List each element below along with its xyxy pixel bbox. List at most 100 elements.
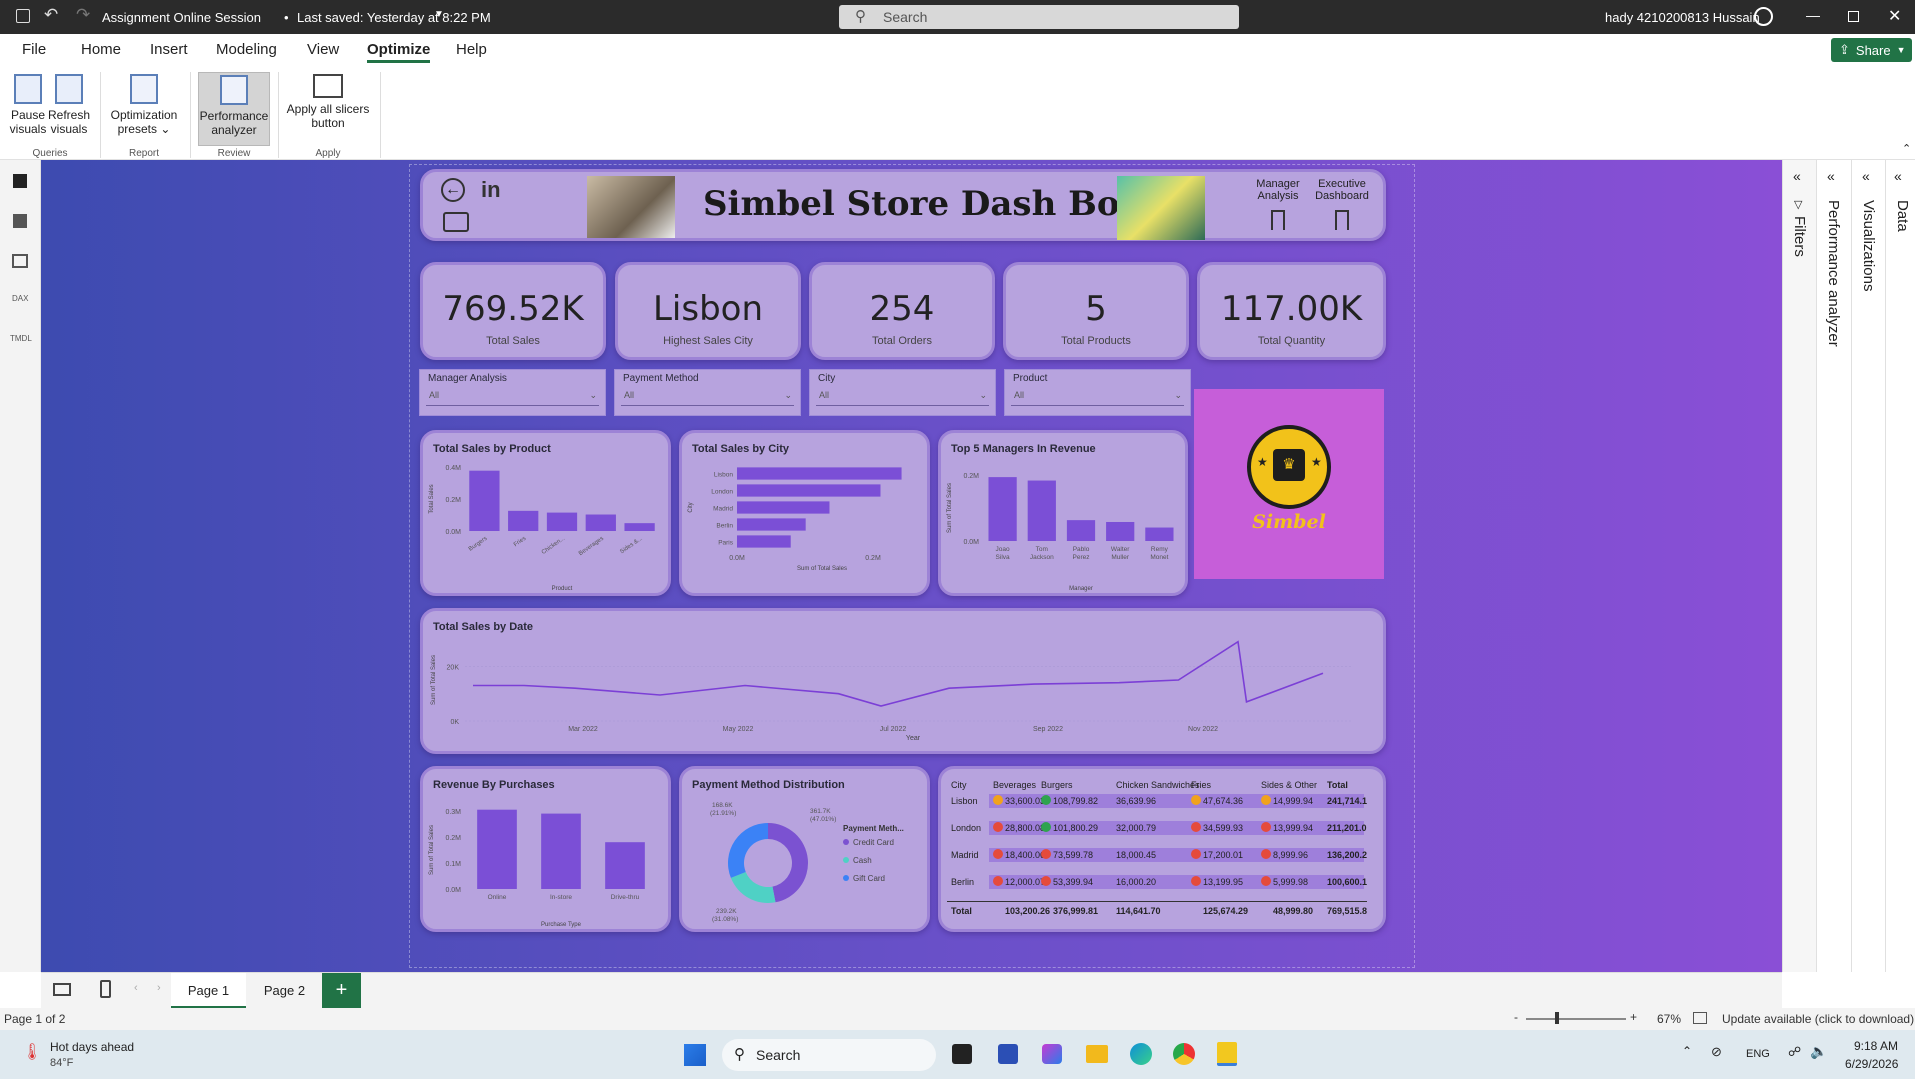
kpi-total-sales[interactable]: 769.52K Total Sales xyxy=(420,262,606,360)
zoom-out-icon[interactable]: - xyxy=(1514,1010,1518,1024)
avatar[interactable] xyxy=(1754,7,1773,26)
zoom-thumb[interactable] xyxy=(1555,1012,1559,1024)
power-bi-icon[interactable] xyxy=(1217,1042,1237,1066)
chevron-left-icon[interactable]: « xyxy=(1862,168,1870,184)
desktop-layout-icon[interactable] xyxy=(53,983,71,996)
chevron-left-icon[interactable]: « xyxy=(1793,168,1801,184)
clock-time[interactable]: 9:18 AM xyxy=(1854,1039,1898,1053)
menu-view[interactable]: View xyxy=(307,41,339,58)
slicer-product[interactable]: Product All ⌄ xyxy=(1004,369,1191,416)
nav-manager-analysis[interactable]: Manager Analysis xyxy=(1249,178,1307,230)
save-icon[interactable] xyxy=(16,9,30,23)
windows-start-icon[interactable] xyxy=(684,1044,706,1066)
slicer-dropdown[interactable]: All ⌄ xyxy=(621,390,794,406)
chrome-icon[interactable] xyxy=(1173,1043,1195,1065)
fit-page-icon[interactable] xyxy=(1693,1012,1707,1024)
report-view-icon[interactable] xyxy=(13,174,27,188)
weather-icon[interactable]: 🌡 xyxy=(22,1042,42,1062)
menu-optimize[interactable]: Optimize xyxy=(367,41,431,63)
chart-revenue-by-purchases[interactable]: Revenue By Purchases 0.0M 0.1M 0.2M 0.3M Sum… xyxy=(420,766,671,932)
x-tick-label: Walter xyxy=(1111,546,1130,553)
menu-file[interactable]: File xyxy=(22,41,46,58)
mobile-layout-icon[interactable] xyxy=(100,980,111,998)
table-view-icon[interactable] xyxy=(13,214,27,228)
clock-date[interactable]: 6/29/2026 xyxy=(1845,1057,1898,1071)
back-icon[interactable]: ← xyxy=(441,178,465,202)
menu-help[interactable]: Help xyxy=(456,41,487,58)
filters-pane[interactable]: « ▽ Filters xyxy=(1782,160,1816,972)
share-button[interactable]: ⇪ Share ▼ xyxy=(1831,38,1912,62)
data-pane[interactable]: « Data xyxy=(1885,160,1915,972)
redo-icon[interactable]: ↷ xyxy=(76,5,90,25)
chart-sales-by-product[interactable]: Total Sales by Product 0.0M 0.2M 0.4M Total… xyxy=(420,430,671,596)
performance-analyzer-button[interactable]: Performance analyzer xyxy=(198,72,270,146)
undo-icon[interactable]: ↶ xyxy=(44,5,58,25)
tab-page-1[interactable]: Page 1 xyxy=(171,973,246,1009)
kpi-total-quantity[interactable]: 117.00K Total Quantity xyxy=(1197,262,1386,360)
chevron-left-icon[interactable]: « xyxy=(1827,168,1835,184)
task-view-icon[interactable] xyxy=(952,1044,972,1064)
slicer-dropdown[interactable]: All ⌄ xyxy=(816,390,989,406)
m365-icon[interactable] xyxy=(1042,1044,1062,1064)
chevron-left-icon[interactable]: « xyxy=(1894,168,1902,184)
report-canvas: ← in Simbel Store Dash Board Manager Ana… xyxy=(41,160,1782,972)
chart-payment-distribution[interactable]: Payment Method Distribution 361.7K (47.01… xyxy=(679,766,930,932)
sales-matrix[interactable]: City Beverages Burgers Chicken Sandwiches Fr… xyxy=(938,766,1386,932)
model-view-icon[interactable] xyxy=(12,254,28,268)
slicer-manager[interactable]: Manager Analysis All ⌄ xyxy=(419,369,606,416)
prev-page-icon[interactable]: ‹ xyxy=(134,982,138,994)
slicer-payment[interactable]: Payment Method All ⌄ xyxy=(614,369,801,416)
chevron-up-icon[interactable]: ⌃ xyxy=(1682,1044,1692,1058)
add-page-button[interactable]: + xyxy=(322,973,361,1009)
optimization-presets-label: Optimization presets xyxy=(110,108,178,136)
kpi-total-products[interactable]: 5 Total Products xyxy=(1003,262,1189,360)
collapse-ribbon-icon[interactable]: ⌃ xyxy=(1902,142,1911,155)
minimize-icon[interactable]: — xyxy=(1806,7,1820,23)
zoom-slider[interactable] xyxy=(1526,1018,1626,1020)
edge-icon[interactable] xyxy=(1130,1043,1152,1065)
menu-insert[interactable]: Insert xyxy=(150,41,188,58)
menu-modeling[interactable]: Modeling xyxy=(216,41,277,58)
performance-analyzer-pane[interactable]: « Performance analyzer xyxy=(1816,160,1851,972)
tab-page-2[interactable]: Page 2 xyxy=(247,973,322,1009)
update-notice[interactable]: Update available (click to download) xyxy=(1722,1012,1914,1026)
tmdl-view-icon[interactable]: TMDL xyxy=(10,334,32,343)
teams-icon[interactable] xyxy=(998,1044,1018,1064)
optimization-presets-button[interactable]: Optimization presets ⌄ xyxy=(106,74,182,136)
chart-sales-by-city[interactable]: Total Sales by City Lisbon London Madrid Be… xyxy=(679,430,930,596)
chevron-down-icon[interactable]: ▼ xyxy=(434,9,444,20)
dax-query-icon[interactable]: DAX xyxy=(12,294,28,303)
kpi-highest-city[interactable]: Lisbon Highest Sales City xyxy=(615,262,801,360)
refresh-visuals-button[interactable]: Refresh visuals xyxy=(48,74,90,136)
save-dot: • xyxy=(284,10,289,25)
share-icon: ⇪ xyxy=(1839,42,1850,57)
comment-icon[interactable] xyxy=(443,212,469,232)
file-explorer-icon[interactable] xyxy=(1086,1045,1108,1063)
chart-top-managers[interactable]: Top 5 Managers In Revenue 0.0M 0.2M Sum of… xyxy=(938,430,1188,596)
next-page-icon[interactable]: › xyxy=(157,982,161,994)
apply-slicers-button[interactable]: Apply all slicers button xyxy=(284,74,372,130)
kpi-total-orders[interactable]: 254 Total Orders xyxy=(809,262,995,360)
kpi-label: Total Products xyxy=(1061,335,1131,347)
chart-sales-by-date[interactable]: Total Sales by Date 0K 20K Mar 2022 May 202… xyxy=(420,608,1386,754)
taskbar-search[interactable]: ⚲ Search xyxy=(722,1039,936,1071)
volume-icon[interactable]: 🔈 xyxy=(1810,1043,1827,1060)
wifi-icon[interactable]: ☍ xyxy=(1788,1044,1801,1060)
menu-home[interactable]: Home xyxy=(81,41,121,58)
weather-title[interactable]: Hot days ahead xyxy=(50,1040,134,1054)
pause-visuals-button[interactable]: Pause visuals xyxy=(8,74,48,136)
slicer-dropdown[interactable]: All ⌄ xyxy=(426,390,599,406)
slicer-dropdown[interactable]: All ⌄ xyxy=(1011,390,1184,406)
search-input[interactable]: ⚲ Search xyxy=(839,5,1239,29)
visualizations-pane[interactable]: « Visualizations xyxy=(1851,160,1885,972)
language-indicator[interactable]: ENG xyxy=(1746,1048,1770,1060)
purchase-bar-chart: 0.0M 0.1M 0.2M 0.3M Sum of Total Sales Purcha… xyxy=(429,809,645,928)
star-icon: ★ xyxy=(1257,455,1268,469)
slicer-city[interactable]: City All ⌄ xyxy=(809,369,996,416)
close-icon[interactable]: ✕ xyxy=(1888,6,1901,26)
zoom-in-icon[interactable]: + xyxy=(1630,1010,1637,1024)
linkedin-icon[interactable]: in xyxy=(481,177,501,203)
network-icon[interactable]: ⊘ xyxy=(1711,1044,1722,1060)
maximize-icon[interactable] xyxy=(1848,11,1859,22)
nav-executive-dashboard[interactable]: Executive Dashboard xyxy=(1307,178,1377,230)
